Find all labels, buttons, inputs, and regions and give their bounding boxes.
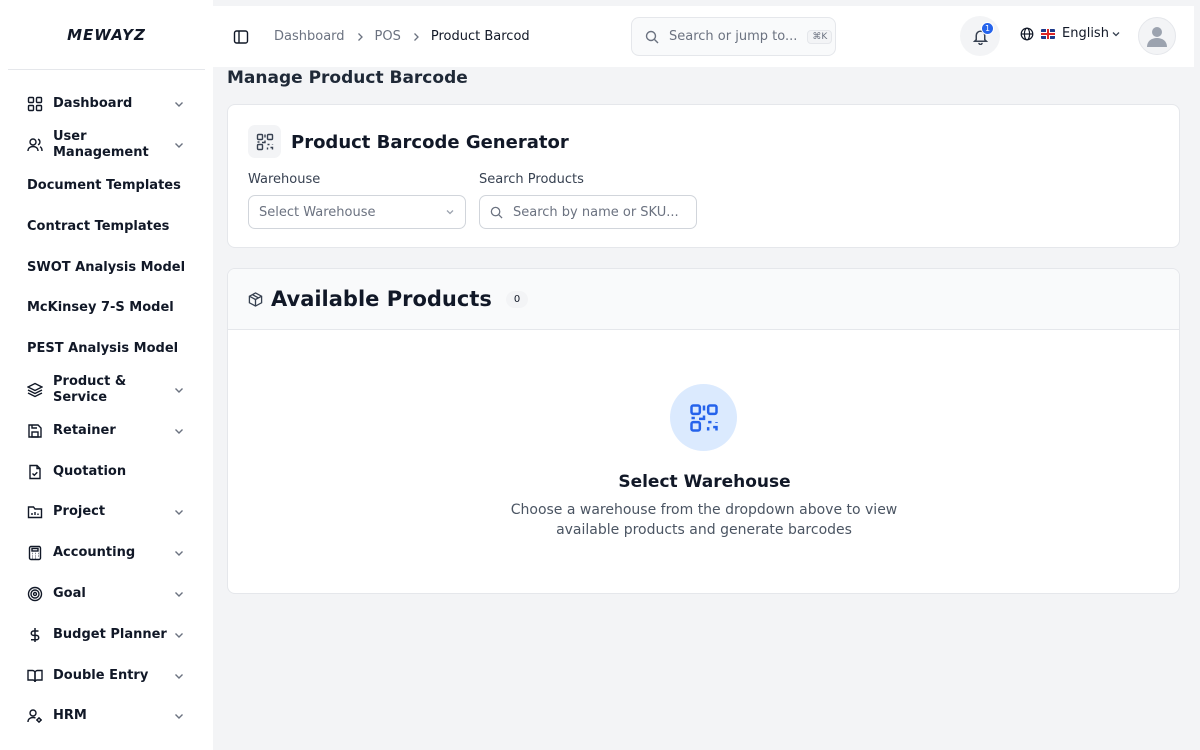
- dollar-icon: [26, 626, 44, 644]
- warehouse-label: Warehouse: [248, 172, 321, 187]
- chevron-down-icon: [175, 551, 183, 557]
- sidebar-item-project[interactable]: Project: [0, 492, 213, 533]
- sidebar-item-label: Document Templates: [27, 177, 181, 193]
- sidebar-item-accounting[interactable]: Accounting: [0, 533, 213, 574]
- search-icon: [645, 30, 659, 43]
- chevron-down-icon: [175, 510, 183, 516]
- sidebar-item-document-templates[interactable]: Document Templates: [0, 166, 213, 207]
- sidebar-item-label: Accounting: [53, 545, 136, 561]
- sidebar-item-budget-planner[interactable]: Budget Planner: [0, 614, 213, 655]
- sidebar-item-label: Double Entry: [53, 667, 149, 683]
- language-selector[interactable]: English: [1020, 26, 1121, 41]
- sidebar-item-hrm[interactable]: HRM: [0, 696, 213, 737]
- sidebar-item-label: Contract Templates: [27, 218, 170, 234]
- generator-title: Product Barcode Generator: [291, 132, 569, 153]
- chevron-right-icon: [357, 32, 363, 41]
- globe-icon: [1020, 27, 1034, 40]
- chevron-down-icon: [175, 102, 183, 108]
- global-search[interactable]: Search or jump to... ⌘K: [631, 17, 836, 56]
- grid-icon: [26, 95, 44, 113]
- book-open-icon: [26, 667, 44, 685]
- products-header: Available Products 0: [228, 269, 1179, 330]
- sidebar-item-label: SWOT Analysis Model: [27, 259, 186, 275]
- layers-icon: [26, 381, 44, 399]
- chevron-down-icon: [175, 143, 183, 149]
- sidebar-item-retainer[interactable]: Retainer: [0, 410, 213, 451]
- page-title: Manage Product Barcode: [227, 68, 468, 88]
- search-placeholder: Search or jump to...: [669, 29, 798, 44]
- product-search-placeholder: Search by name or SKU...: [513, 204, 679, 220]
- breadcrumb-dashboard[interactable]: Dashboard: [274, 29, 345, 44]
- sidebar-item-label: Product & Service: [53, 373, 127, 405]
- sidebar-toggle-icon[interactable]: [233, 29, 249, 45]
- warehouse-select-value: Select Warehouse: [259, 204, 376, 220]
- sidebar-item-label: Retainer: [53, 422, 116, 438]
- available-products-card: Available Products 0 Select Warehouse Ch…: [227, 268, 1180, 594]
- chevron-down-icon: [1112, 31, 1120, 36]
- sidebar-item-double-entry[interactable]: Double Entry: [0, 655, 213, 696]
- save-icon: [26, 422, 44, 440]
- uk-flag-icon: [1041, 28, 1055, 39]
- sidebar-nav: Dashboard User Management Document Templ…: [0, 70, 213, 737]
- chevron-down-icon: [175, 714, 183, 720]
- product-search-input[interactable]: Search by name or SKU...: [479, 195, 697, 229]
- sidebar-item-swot[interactable]: SWOT Analysis Model: [0, 247, 213, 288]
- user-icon: [1147, 27, 1167, 47]
- sidebar-item-user-management[interactable]: User Management: [0, 125, 213, 166]
- breadcrumb-pos[interactable]: POS: [375, 29, 401, 44]
- main-content: Manage Product Barcode Product Barcode G…: [213, 67, 1194, 743]
- sidebar: MEWAYZ Dashboard User Management Documen…: [0, 0, 213, 750]
- warehouse-select[interactable]: Select Warehouse: [248, 195, 466, 229]
- products-count-badge: 0: [505, 290, 529, 308]
- logo[interactable]: MEWAYZ: [8, 0, 205, 70]
- sidebar-item-label: Goal: [53, 585, 86, 601]
- chevron-down-icon: [175, 387, 183, 393]
- chevron-down-icon: [175, 632, 183, 638]
- logo-text: MEWAYZ: [67, 25, 146, 44]
- user-cog-icon: [26, 707, 44, 725]
- sidebar-item-contract-templates[interactable]: Contract Templates: [0, 206, 213, 247]
- sidebar-item-label: PEST Analysis Model: [27, 341, 179, 357]
- sidebar-item-dashboard[interactable]: Dashboard: [0, 84, 213, 125]
- empty-state-description: Choose a warehouse from the dropdown abo…: [510, 502, 898, 538]
- users-icon: [26, 136, 44, 154]
- sidebar-item-label: Project: [53, 504, 106, 520]
- notifications-button[interactable]: 1: [960, 16, 1000, 56]
- topbar: Dashboard POS Product Barcod Search or j…: [213, 6, 1194, 67]
- chevron-down-icon: [446, 210, 454, 215]
- search-shortcut: ⌘K: [807, 29, 833, 44]
- sidebar-item-label: Quotation: [53, 463, 127, 479]
- file-check-icon: [26, 463, 44, 481]
- chevron-right-icon: [413, 32, 419, 41]
- chevron-down-icon: [175, 591, 183, 597]
- sidebar-item-label: Dashboard: [53, 96, 133, 112]
- breadcrumb-current: Product Barcod: [430, 29, 530, 44]
- search-icon: [490, 206, 503, 219]
- sidebar-item-label: HRM: [53, 708, 87, 724]
- sidebar-item-goal[interactable]: Goal: [0, 574, 213, 615]
- sidebar-item-label: McKinsey 7-S Model: [27, 300, 174, 316]
- sidebar-item-quotation[interactable]: Quotation: [0, 451, 213, 492]
- sidebar-item-mckinsey[interactable]: McKinsey 7-S Model: [0, 288, 213, 329]
- target-icon: [26, 585, 44, 603]
- qr-code-icon: [248, 125, 281, 158]
- sidebar-item-pest[interactable]: PEST Analysis Model: [0, 329, 213, 370]
- folder-chart-icon: [26, 503, 44, 521]
- sidebar-item-label: Budget Planner: [53, 626, 167, 642]
- qr-code-icon: [670, 384, 737, 451]
- package-icon: [248, 291, 263, 307]
- notification-badge: 1: [981, 22, 994, 35]
- sidebar-item-product-service[interactable]: Product & Service: [0, 370, 213, 411]
- search-products-label: Search Products: [479, 172, 584, 187]
- sidebar-item-label: User Management: [53, 129, 149, 161]
- language-label: English: [1062, 26, 1109, 41]
- products-title: Available Products: [271, 287, 492, 311]
- chevron-down-icon: [175, 673, 183, 679]
- avatar[interactable]: [1138, 17, 1176, 55]
- chevron-down-icon: [175, 428, 183, 434]
- empty-state-title: Select Warehouse: [618, 472, 791, 492]
- calculator-icon: [26, 544, 44, 562]
- barcode-generator-card: Product Barcode Generator Warehouse Sear…: [227, 104, 1180, 248]
- breadcrumb: Dashboard POS Product Barcod: [274, 29, 530, 44]
